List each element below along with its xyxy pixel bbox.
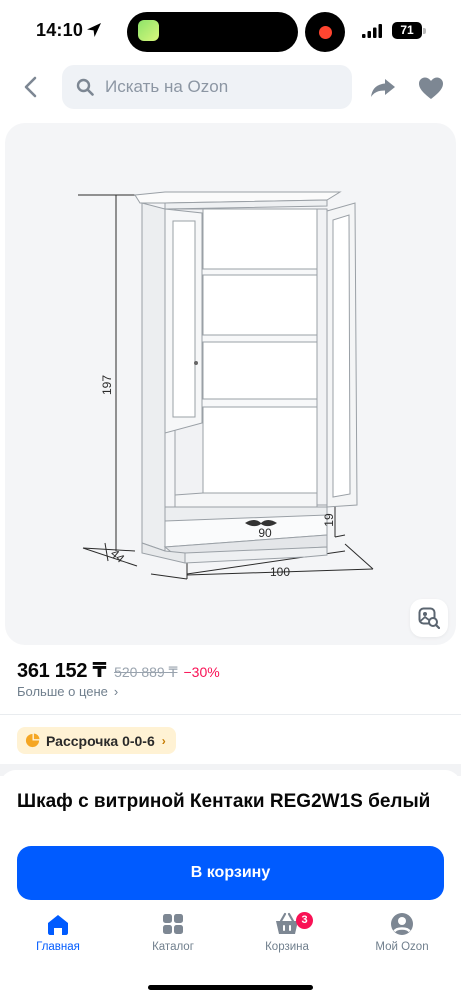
app-activity-icon [138, 20, 159, 41]
signal-icon [362, 24, 382, 38]
chevron-right-icon: › [113, 684, 119, 699]
product-image: 197 44 100 90 19 [78, 191, 374, 580]
tab-home-label: Главная [36, 941, 80, 953]
search-icon [76, 78, 94, 96]
add-to-cart-button[interactable]: В корзину [17, 846, 444, 900]
price-row: 361 152 ₸ 520 889 ₸ −30% [17, 658, 220, 682]
cart-count-badge: 3 [296, 912, 313, 929]
discount-badge: −30% [183, 664, 220, 680]
search-bar[interactable]: Искать на Ozon [62, 65, 352, 109]
status-time: 14:10 [36, 20, 84, 40]
more-about-price-label: Больше о цене [17, 684, 108, 699]
dimension-plinth-label: 19 [322, 513, 336, 527]
dimension-width-label: 100 [270, 565, 290, 579]
current-price: 361 152 ₸ [17, 660, 107, 682]
dimension-height-label: 197 [100, 375, 114, 395]
image-search-icon [418, 607, 440, 629]
visual-search-button[interactable] [410, 599, 448, 637]
home-icon [48, 915, 68, 935]
divider [0, 714, 461, 715]
record-dot-icon [319, 26, 332, 39]
installment-label: Рассрочка 0-0-6 [46, 732, 155, 749]
installment-pie-icon [25, 733, 40, 748]
battery-tip [423, 28, 426, 34]
chevron-right-icon: › [161, 733, 166, 748]
profile-icon [391, 913, 413, 935]
home-indicator [148, 985, 313, 990]
tab-cart-label: Корзина [265, 941, 309, 953]
share-icon[interactable] [368, 73, 398, 103]
heart-icon[interactable] [416, 73, 446, 103]
product-title: Шкаф с витриной Кентаки REG2W1S белый [17, 791, 431, 812]
catalog-icon [163, 914, 183, 934]
battery-indicator: 71 [392, 22, 422, 39]
status-bar: 14:10 71 [0, 0, 461, 60]
tab-catalog[interactable]: Каталог [128, 911, 218, 953]
dimension-inner-width-label: 90 [258, 526, 272, 540]
tab-profile-label: Мой Ozon [375, 941, 429, 953]
location-arrow-icon [87, 23, 101, 37]
tab-catalog-label: Каталог [152, 941, 194, 953]
chevron-left-icon [24, 76, 37, 98]
back-button[interactable] [14, 70, 48, 104]
installment-button[interactable]: Рассрочка 0-0-6 › [17, 727, 176, 754]
search-placeholder: Искать на Ozon [105, 77, 229, 96]
old-price: 520 889 ₸ [114, 664, 178, 680]
tab-home[interactable]: Главная [13, 911, 103, 953]
tab-profile[interactable]: Мой Ozon [357, 911, 447, 953]
tab-cart[interactable]: Корзина [242, 911, 332, 953]
more-about-price-link[interactable]: Больше о цене › [17, 684, 118, 699]
product-image-card[interactable]: 197 44 100 90 19 [5, 123, 456, 645]
